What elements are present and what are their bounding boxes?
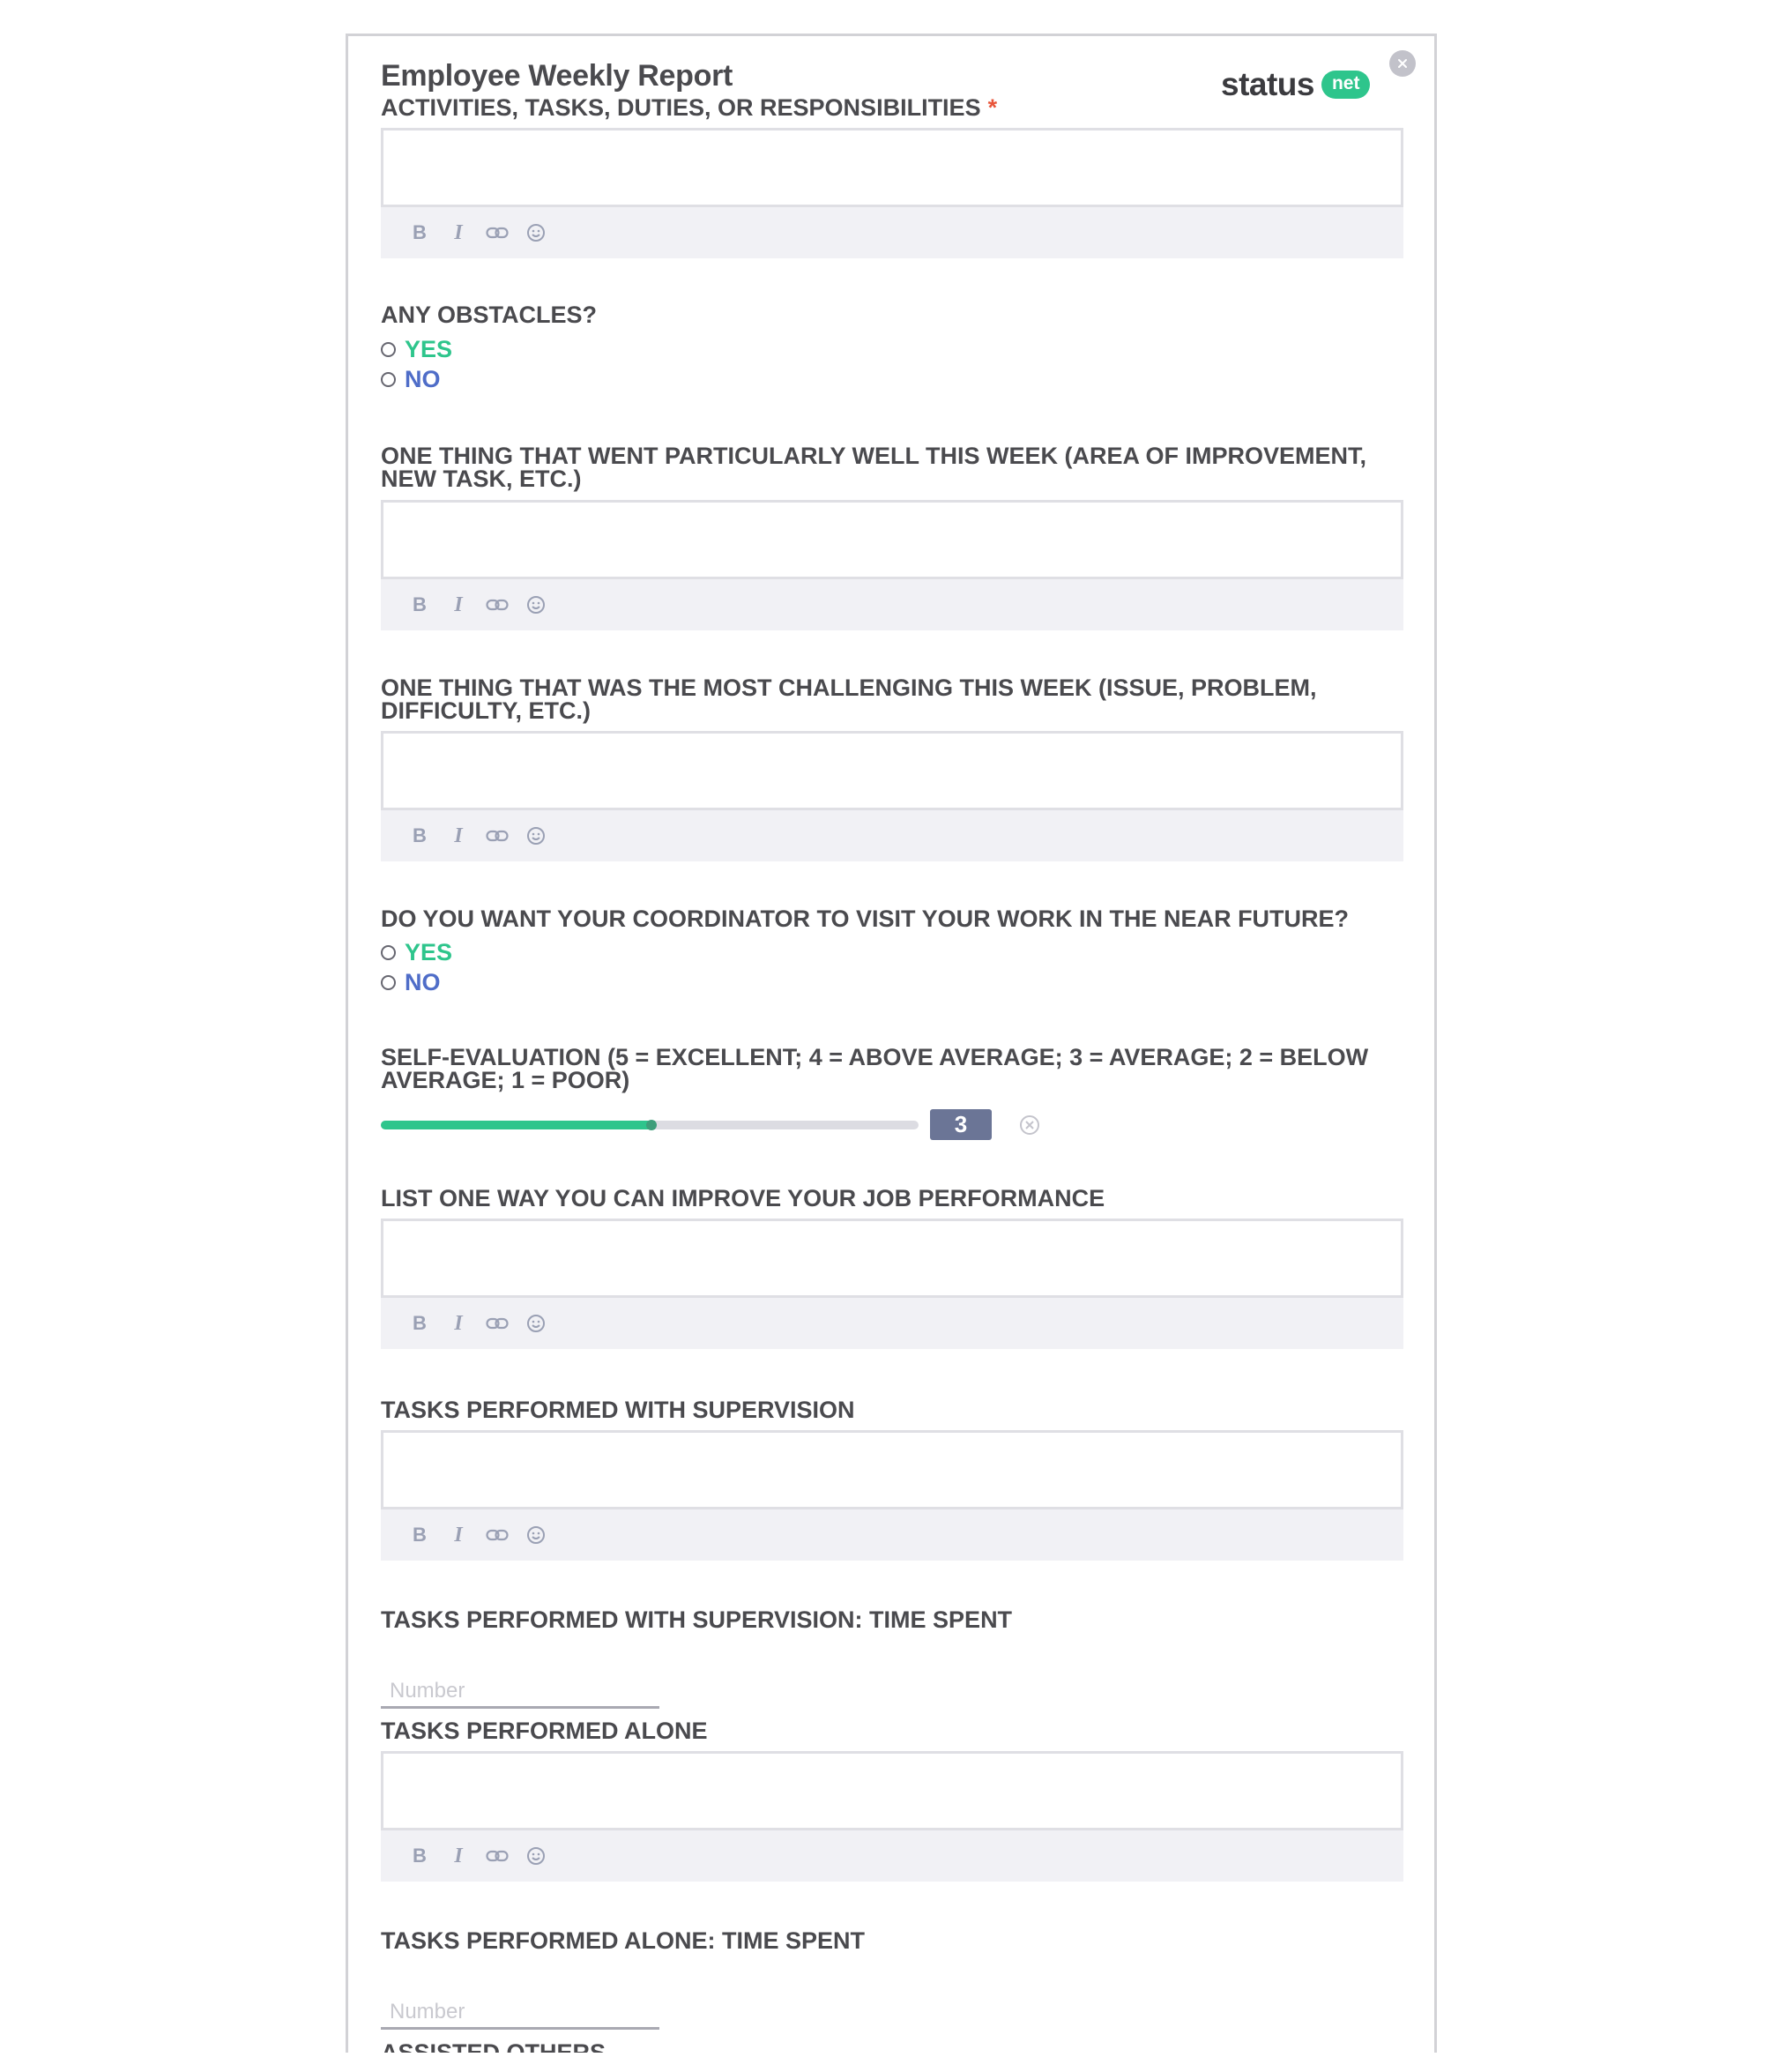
emoji-button[interactable] <box>524 1844 548 1868</box>
slider-fill <box>381 1120 658 1130</box>
required-marker: * <box>987 94 998 121</box>
emoji-button[interactable] <box>524 1523 548 1547</box>
close-button[interactable] <box>1389 50 1416 77</box>
link-button[interactable] <box>485 1523 510 1547</box>
italic-button[interactable]: I <box>446 1523 471 1547</box>
challenging-label: ONE THING THAT WAS THE MOST CHALLENGING … <box>381 675 1317 724</box>
bold-button[interactable]: B <box>407 593 432 617</box>
improve-textarea[interactable] <box>381 1219 1403 1298</box>
improve-editor: B I <box>381 1219 1403 1349</box>
smiley-icon <box>527 1847 545 1865</box>
supervised-tasks-label: TASKS PERFORMED WITH SUPERVISION <box>381 1397 855 1423</box>
supervised-tasks-editor: B I <box>381 1430 1403 1561</box>
italic-button[interactable]: I <box>446 220 471 245</box>
editor-toolbar: B I <box>381 1509 1403 1561</box>
smiley-icon <box>527 596 545 614</box>
radio-label-no: NO <box>405 968 441 995</box>
coordinator-no-option[interactable]: NO <box>381 969 441 995</box>
bold-button[interactable]: B <box>407 220 432 245</box>
bold-button[interactable]: B <box>407 1844 432 1868</box>
obstacles-no-option[interactable]: NO <box>381 366 441 392</box>
bold-button[interactable]: B <box>407 824 432 848</box>
editor-toolbar: B I <box>381 810 1403 861</box>
challenging-textarea[interactable] <box>381 731 1403 810</box>
editor-toolbar: B I <box>381 1298 1403 1349</box>
radio-button[interactable] <box>381 974 396 990</box>
link-button[interactable] <box>485 220 510 245</box>
link-icon <box>486 830 509 842</box>
clear-circle-icon <box>1020 1115 1039 1135</box>
smiley-icon <box>527 1315 545 1332</box>
link-icon <box>486 599 509 611</box>
slider-value-badge: 3 <box>930 1109 992 1140</box>
italic-button[interactable]: I <box>446 1844 471 1868</box>
brand-pill: net <box>1321 71 1371 99</box>
radio-label-no: NO <box>405 365 441 392</box>
link-icon <box>486 227 509 239</box>
improve-label: LIST ONE WAY YOU CAN IMPROVE YOUR JOB PE… <box>381 1185 1105 1211</box>
supervised-time-label: TASKS PERFORMED WITH SUPERVISION: TIME S… <box>381 1606 1013 1633</box>
activities-label: ACTIVITIES, TASKS, DUTIES, OR RESPONSIBI… <box>381 94 998 121</box>
editor-toolbar: B I <box>381 579 1403 630</box>
bold-button[interactable]: B <box>407 1311 432 1336</box>
went-well-editor: B I <box>381 500 1403 630</box>
obstacles-label: ANY OBSTACLES? <box>381 302 598 328</box>
bold-button[interactable]: B <box>407 1523 432 1547</box>
smiley-icon <box>527 827 545 845</box>
activities-textarea[interactable] <box>381 128 1403 207</box>
supervised-time-input[interactable] <box>381 1672 659 1709</box>
emoji-button[interactable] <box>524 220 548 245</box>
coordinator-yes-option[interactable]: YES <box>381 939 452 965</box>
close-icon <box>1398 59 1407 68</box>
obstacles-yes-option[interactable]: YES <box>381 336 452 362</box>
alone-tasks-editor: B I <box>381 1751 1403 1882</box>
italic-button[interactable]: I <box>446 593 471 617</box>
activities-editor: B I <box>381 128 1403 258</box>
emoji-button[interactable] <box>524 1311 548 1336</box>
radio-label-yes: YES <box>405 335 453 362</box>
alone-time-label: TASKS PERFORMED ALONE: TIME SPENT <box>381 1927 866 1954</box>
radio-button[interactable] <box>381 341 396 357</box>
link-button[interactable] <box>485 593 510 617</box>
italic-button[interactable]: I <box>446 1311 471 1336</box>
radio-button[interactable] <box>381 371 396 387</box>
link-icon <box>486 1317 509 1330</box>
went-well-label: ONE THING THAT WENT PARTICULARLY WELL TH… <box>381 443 1366 492</box>
smiley-icon <box>527 224 545 242</box>
alone-tasks-textarea[interactable] <box>381 1751 1403 1830</box>
italic-button[interactable]: I <box>446 824 471 848</box>
slider-clear-button[interactable] <box>1018 1114 1041 1137</box>
link-icon <box>486 1529 509 1541</box>
emoji-button[interactable] <box>524 593 548 617</box>
alone-tasks-label: TASKS PERFORMED ALONE <box>381 1718 708 1744</box>
self-evaluation-label: SELF-EVALUATION (5 = EXCELLENT; 4 = ABOV… <box>381 1044 1369 1093</box>
alone-time-input[interactable] <box>381 1993 659 2030</box>
went-well-textarea[interactable] <box>381 500 1403 579</box>
link-button[interactable] <box>485 1311 510 1336</box>
form-card: Employee Weekly Report status net ACTIVI… <box>346 34 1437 2053</box>
editor-toolbar: B I <box>381 207 1403 258</box>
smiley-icon <box>527 1526 545 1544</box>
radio-label-yes: YES <box>405 938 453 965</box>
emoji-button[interactable] <box>524 824 548 848</box>
assisted-others-label: ASSISTED OTHERS <box>381 2039 606 2053</box>
link-button[interactable] <box>485 1844 510 1868</box>
slider-handle[interactable] <box>646 1120 658 1130</box>
form-title: Employee Weekly Report <box>381 59 733 93</box>
link-button[interactable] <box>485 824 510 848</box>
editor-toolbar: B I <box>381 1830 1403 1882</box>
challenging-editor: B I <box>381 731 1403 861</box>
radio-button[interactable] <box>381 944 396 960</box>
link-icon <box>486 1850 509 1862</box>
self-evaluation-slider[interactable] <box>381 1120 919 1130</box>
coordinator-visit-label: DO YOU WANT YOUR COORDINATOR TO VISIT YO… <box>381 906 1350 932</box>
supervised-tasks-textarea[interactable] <box>381 1430 1403 1509</box>
